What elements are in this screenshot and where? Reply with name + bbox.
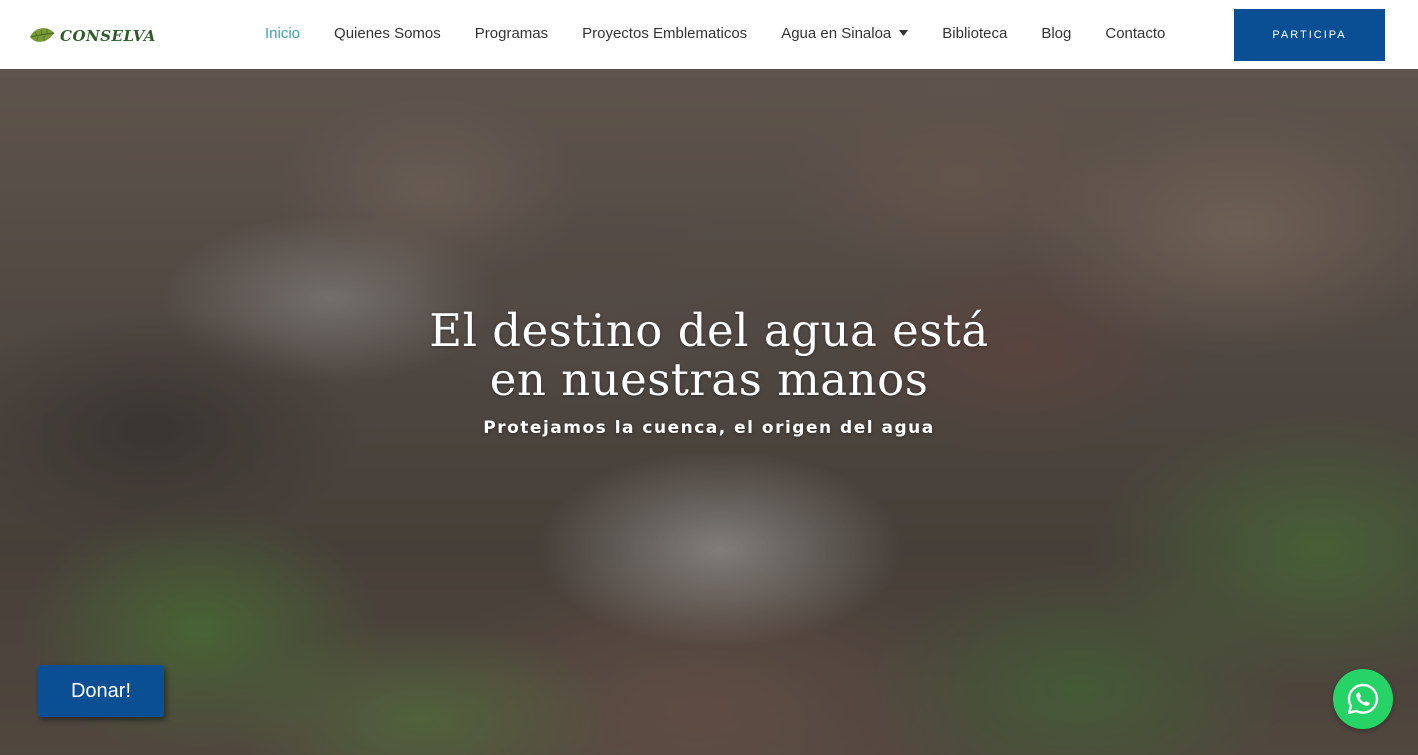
participa-button[interactable]: PARTICIPA [1234, 9, 1385, 61]
hero-title-line-2: en nuestras manos [489, 353, 929, 406]
hero-title-line-1: El destino del agua está [429, 304, 989, 357]
main-nav: Inicio Quienes Somos Programas Proyectos… [248, 0, 1182, 66]
nav-item-proyectos-emblematicos[interactable]: Proyectos Emblematicos [565, 25, 764, 42]
donate-button[interactable]: Donar! [38, 665, 164, 717]
chevron-down-icon [899, 30, 909, 36]
nav-item-blog[interactable]: Blog [1024, 25, 1088, 42]
hero-title: El destino del agua está en nuestras man… [409, 306, 1009, 404]
nav-item-quienes-somos[interactable]: Quienes Somos [317, 25, 458, 42]
site-header: CONSELVA Inicio Quienes Somos Programas … [0, 0, 1418, 69]
nav-item-inicio[interactable]: Inicio [248, 25, 317, 42]
leaf-icon [30, 28, 55, 42]
whatsapp-icon [1347, 683, 1379, 714]
nav-item-agua-en-sinaloa[interactable]: Agua en Sinaloa [764, 25, 925, 42]
nav-item-agua-en-sinaloa-label: Agua en Sinaloa [781, 24, 892, 42]
nav-item-programas[interactable]: Programas [458, 25, 565, 42]
whatsapp-button[interactable] [1333, 669, 1393, 729]
nav-item-contacto[interactable]: Contacto [1088, 25, 1182, 42]
logo-text: CONSELVA [60, 27, 156, 45]
hero-subtitle: Protejamos la cuenca, el origen del agua [483, 418, 935, 438]
nav-item-biblioteca[interactable]: Biblioteca [925, 25, 1024, 42]
hero-content: El destino del agua está en nuestras man… [0, 306, 1418, 438]
logo[interactable]: CONSELVA [28, 24, 156, 48]
